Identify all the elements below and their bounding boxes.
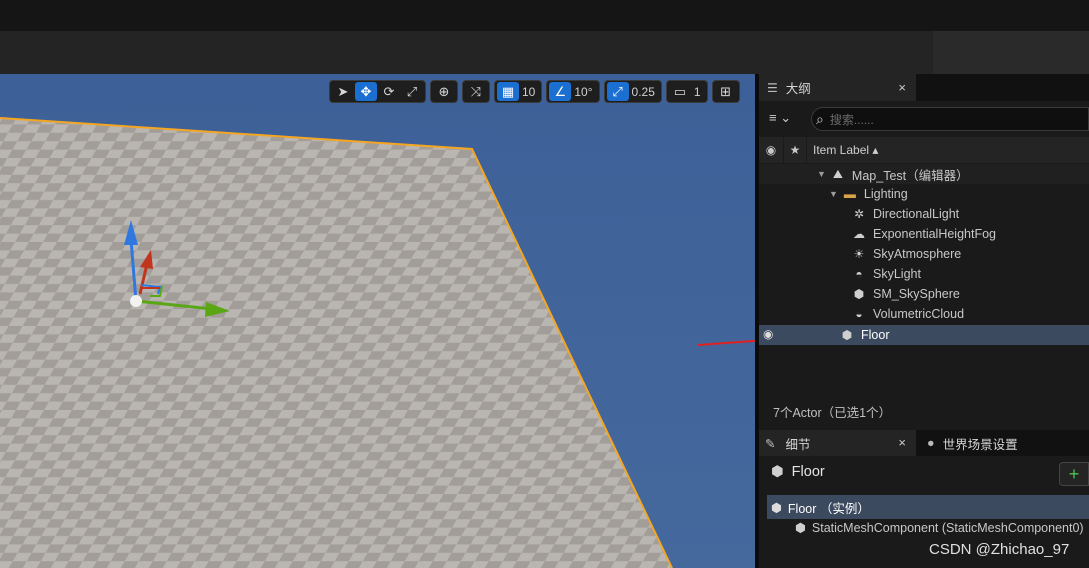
map-label: Map_Test（编辑器） — [851, 168, 969, 183]
outliner-filter-row: ≡ ⌄ ⌕ 搜索...... — [759, 105, 1089, 132]
tab-world-settings[interactable]: ● 世界场景设置 — [923, 430, 1089, 456]
details-tab-label: 细节 — [785, 437, 811, 452]
filter-dropdown-icon[interactable]: ≡ ⌄ — [769, 110, 791, 126]
fog-icon: ☁ — [853, 227, 865, 241]
outliner-panel: ☰ 大纲 × ≡ ⌄ ⌕ 搜索...... ◉ ★ Item Label ▴ ▼… — [759, 74, 1089, 430]
tree-item-label: SkyLight — [873, 267, 921, 281]
sky-light-icon: ◓ — [855, 267, 863, 281]
rotation-snap-value[interactable]: 10° — [572, 85, 596, 99]
pin-column-star-icon[interactable]: ★ — [783, 137, 807, 163]
surface-snap-icon[interactable]: ⤨ — [465, 82, 487, 101]
camera-speed-group: ▭ 1 — [665, 80, 708, 103]
floor-plane — [0, 118, 672, 568]
level-viewport[interactable]: ➤ ✥ ⟳ ⤢ ⊕ ⤨ ▦ 10 ∠ 10° ⤢ 0.25 ▭ 1 ⊞ — [0, 74, 755, 568]
grid-snap-icon[interactable]: ▦ — [497, 82, 519, 101]
directional-light-icon: ✲ — [853, 207, 865, 221]
select-tool-icon[interactable]: ➤ — [332, 82, 354, 101]
camera-speed-value[interactable]: 1 — [692, 85, 705, 99]
camera-icon[interactable]: ▭ — [669, 82, 691, 101]
search-placeholder: 搜索...... — [829, 112, 874, 127]
tree-item-label: SM_SkySphere — [873, 287, 960, 301]
outliner-status-text: 7个Actor（已选1个） — [773, 406, 892, 420]
component-label: Floor （实例） — [787, 501, 870, 516]
outliner-tab-row: ☰ 大纲 × — [759, 74, 1089, 101]
viewport-toolbar: ➤ ✥ ⟳ ⤢ ⊕ ⤨ ▦ 10 ∠ 10° ⤢ 0.25 ▭ 1 ⊞ — [329, 80, 740, 103]
close-icon[interactable]: × — [898, 435, 906, 450]
item-label-column[interactable]: Item Label ▴ — [807, 143, 878, 157]
collapse-arrow-icon[interactable]: ▼ — [817, 169, 826, 179]
globe-icon[interactable]: ⊕ — [433, 82, 455, 101]
component-tree-child[interactable]: ⬢ StaticMeshComponent (StaticMeshCompone… — [795, 520, 1084, 536]
title-bar — [0, 0, 1089, 31]
search-icon: ⌕ — [816, 110, 824, 127]
tree-item-label: SkyAtmosphere — [873, 247, 962, 261]
world-space-toggle: ⊕ — [430, 80, 458, 103]
grid-snap-value[interactable]: 10 — [520, 85, 539, 99]
tab-outliner[interactable]: ☰ 大纲 × — [759, 74, 916, 101]
sky-atmosphere-icon: ☀ — [853, 247, 865, 261]
globe-icon: ● — [927, 436, 935, 450]
viewport-scene — [0, 117, 755, 568]
static-mesh-icon: ⬢ — [841, 328, 853, 342]
transform-tools-group: ➤ ✥ ⟳ ⤢ — [329, 80, 426, 103]
details-title-text: Floor — [791, 464, 825, 480]
map-icon: ⛰ — [832, 166, 843, 181]
angle-snap-icon[interactable]: ∠ — [549, 82, 572, 101]
outliner-icon: ☰ — [767, 80, 778, 95]
tree-item[interactable]: ⬢ SM_SkySphere — [759, 284, 1089, 304]
details-title: ⬢ Floor — [771, 464, 825, 480]
static-mesh-icon: ⬢ — [771, 500, 782, 515]
move-tool-icon[interactable]: ✥ — [355, 82, 377, 101]
rotation-snap-group: ∠ 10° — [546, 80, 600, 103]
tree-item-selected[interactable]: ◉ ⬢ Floor — [759, 325, 1089, 345]
scale-snap-group: ⤢ 0.25 — [603, 80, 662, 103]
visibility-eye-icon[interactable]: ◉ — [763, 327, 773, 341]
tree-item-label: Floor — [861, 328, 890, 342]
red-annotation-arrow — [697, 339, 755, 346]
component-label: StaticMeshComponent (StaticMeshComponent… — [811, 520, 1084, 535]
tree-item-label: DirectionalLight — [873, 207, 960, 221]
outliner-search-input[interactable]: ⌕ 搜索...... — [811, 107, 1089, 131]
cloud-icon: ◒ — [855, 307, 863, 321]
visibility-column-eye-icon[interactable]: ◉ — [759, 143, 783, 157]
grid-snap-group: ▦ 10 — [494, 80, 543, 103]
pencil-icon: ✎ — [765, 436, 776, 451]
toolbar-right-area — [933, 31, 1089, 74]
static-mesh-icon: ⬢ — [795, 521, 806, 535]
tab-details[interactable]: ✎ 细节 × — [759, 430, 916, 456]
close-icon[interactable]: × — [898, 80, 906, 95]
tree-item[interactable]: ✲ DirectionalLight — [759, 204, 1089, 224]
tree-item[interactable]: ☁ ExponentialHeightFog — [759, 224, 1089, 244]
main-toolbar — [0, 31, 1089, 74]
folder-label: Lighting — [863, 187, 908, 201]
watermark: CSDN @Zhichao_97 — [929, 541, 1070, 558]
scale-snap-icon[interactable]: ⤢ — [606, 82, 629, 101]
collapse-arrow-icon[interactable]: ▼ — [829, 189, 838, 199]
scale-snap-value[interactable]: 0.25 — [630, 85, 659, 99]
folder-icon: ▬ — [843, 187, 856, 201]
add-component-button[interactable]: + — [1059, 462, 1089, 486]
world-settings-tab-label: 世界场景设置 — [942, 437, 1018, 452]
outliner-column-header: ◉ ★ Item Label ▴ — [759, 137, 1089, 163]
tree-item-label: ExponentialHeightFog — [873, 227, 996, 241]
tree-item[interactable]: ◓ SkyLight — [759, 264, 1089, 284]
static-mesh-icon: ⬢ — [853, 287, 865, 301]
surface-snap-toggle: ⤨ — [462, 80, 490, 103]
layout-group: ⊞ — [711, 80, 740, 103]
outliner-tab-label: 大纲 — [785, 82, 811, 96]
static-mesh-icon: ⬢ — [771, 464, 784, 480]
tree-item-lighting-folder[interactable]: ▼ ▬ Lighting — [759, 184, 1089, 204]
viewport-layout-icon[interactable]: ⊞ — [715, 82, 737, 101]
rotate-tool-icon[interactable]: ⟳ — [378, 82, 400, 101]
scale-tool-icon[interactable]: ⤢ — [401, 82, 423, 101]
details-tab-row: ✎ 细节 × ● 世界场景设置 — [759, 430, 1089, 456]
tree-item[interactable]: ☀ SkyAtmosphere — [759, 244, 1089, 264]
tree-item[interactable]: ◒ VolumetricCloud — [759, 304, 1089, 324]
component-tree-root[interactable]: ⬢ Floor （实例） — [767, 495, 1089, 519]
tree-item-label: VolumetricCloud — [873, 307, 965, 321]
tree-item-map[interactable]: ▼ ⛰ Map_Test（编辑器） — [759, 164, 1089, 184]
